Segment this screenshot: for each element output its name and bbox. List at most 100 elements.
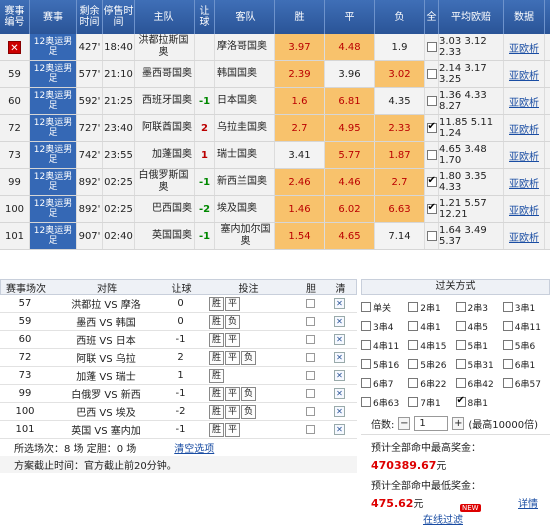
pass-option-checkbox[interactable] xyxy=(502,378,513,388)
clear-row-icon[interactable]: ✕ xyxy=(334,298,345,309)
win-odds[interactable]: 2.7 xyxy=(275,115,325,141)
pass-option[interactable]: 6串22 xyxy=(408,375,455,391)
lose-odds[interactable]: 7.14 xyxy=(375,223,425,249)
clear-row-icon[interactable]: ✕ xyxy=(334,424,345,435)
select-all-checkbox[interactable] xyxy=(426,69,437,79)
away-team[interactable]: 韩国国奥 xyxy=(215,61,275,87)
analysis-link[interactable]: 亚欧析 xyxy=(509,40,539,55)
draw-odds[interactable]: 6.81 xyxy=(325,88,375,114)
multiplier-plus-button[interactable]: + xyxy=(452,417,465,430)
banker-checkbox[interactable] xyxy=(305,389,315,398)
pass-option-checkbox[interactable] xyxy=(408,321,419,331)
online-filter-link[interactable]: 在线过滤 xyxy=(423,511,463,526)
clear-row-icon[interactable]: ✕ xyxy=(334,388,345,399)
select-all-checkbox[interactable] xyxy=(426,202,437,214)
analysis-link[interactable]: 亚欧析 xyxy=(509,229,539,244)
pass-option[interactable]: 3串4 xyxy=(361,318,408,334)
draw-odds[interactable]: 6.02 xyxy=(325,196,375,222)
pick-button[interactable]: 平 xyxy=(225,296,241,311)
home-team[interactable]: 白俄罗斯国奥 xyxy=(135,169,195,195)
select-all-checkbox[interactable] xyxy=(426,150,437,160)
draw-odds[interactable]: 4.65 xyxy=(325,223,375,249)
clear-row-icon[interactable]: ✕ xyxy=(334,316,345,327)
pass-option-checkbox[interactable] xyxy=(361,302,371,312)
pass-option-checkbox[interactable] xyxy=(408,397,419,407)
lose-odds[interactable]: 1.87 xyxy=(375,142,425,168)
banker-checkbox[interactable] xyxy=(305,407,315,416)
pass-option-checkbox[interactable] xyxy=(502,302,513,312)
pick-button[interactable]: 胜 xyxy=(209,296,225,311)
lose-odds[interactable]: 2.33 xyxy=(375,115,425,141)
banker-checkbox[interactable] xyxy=(305,353,315,362)
pass-option[interactable]: 6串63 xyxy=(361,394,408,410)
select-all-checkbox[interactable] xyxy=(426,231,437,241)
home-team[interactable]: 洪都拉斯国奥 xyxy=(135,34,195,60)
pass-option-checkbox[interactable] xyxy=(502,359,513,369)
clear-options-link[interactable]: 清空选项 xyxy=(174,440,214,455)
clear-row-icon[interactable]: ✕ xyxy=(334,370,345,381)
detail-link[interactable]: 详情 xyxy=(518,495,538,510)
pick-button[interactable]: 胜 xyxy=(209,404,225,419)
pick-button[interactable]: 平 xyxy=(225,332,241,347)
pass-option[interactable]: 4串1 xyxy=(408,318,455,334)
draw-odds[interactable]: 4.95 xyxy=(325,115,375,141)
pass-option-checkbox[interactable] xyxy=(361,340,371,350)
pick-button[interactable]: 胜 xyxy=(209,368,225,383)
home-team[interactable]: 英国国奥 xyxy=(135,223,195,249)
match-id[interactable]: ✕ xyxy=(0,34,30,60)
draw-odds[interactable]: 3.96 xyxy=(325,61,375,87)
pass-option[interactable]: 4串5 xyxy=(455,318,503,334)
win-odds[interactable]: 1.46 xyxy=(275,196,325,222)
analysis-link[interactable]: 亚欧析 xyxy=(509,94,539,109)
select-all-checkbox[interactable] xyxy=(426,121,437,133)
pass-option-checkbox[interactable] xyxy=(455,302,466,312)
pass-option-checkbox[interactable] xyxy=(361,397,371,407)
analysis-link[interactable]: 亚欧析 xyxy=(509,148,539,163)
pass-option-checkbox[interactable] xyxy=(455,359,466,369)
pass-option-checkbox[interactable] xyxy=(408,378,419,388)
pick-button[interactable]: 胜 xyxy=(209,332,225,347)
pass-option[interactable]: 5串6 xyxy=(502,337,550,353)
pass-option[interactable]: 5串1 xyxy=(455,337,503,353)
draw-odds[interactable]: 4.46 xyxy=(325,169,375,195)
pass-option[interactable]: 2串1 xyxy=(408,299,455,315)
win-odds[interactable]: 2.39 xyxy=(275,61,325,87)
win-odds[interactable]: 2.46 xyxy=(275,169,325,195)
home-team[interactable]: 墨西哥国奥 xyxy=(135,61,195,87)
pass-option-checkbox[interactable] xyxy=(502,321,513,331)
select-all-checkbox[interactable] xyxy=(426,42,437,52)
pick-button[interactable]: 负 xyxy=(225,314,241,329)
away-team[interactable]: 新西兰国奥 xyxy=(215,169,275,195)
pass-option[interactable]: 6串1 xyxy=(502,356,550,372)
pass-option[interactable]: 6串57 xyxy=(502,375,550,391)
pass-option-checkbox[interactable] xyxy=(408,302,419,312)
away-team[interactable]: 摩洛哥国奥 xyxy=(215,34,275,60)
home-team[interactable]: 加蓬国奥 xyxy=(135,142,195,168)
clear-row-icon[interactable]: ✕ xyxy=(334,352,345,363)
pick-button[interactable]: 平 xyxy=(225,350,241,365)
remove-icon[interactable]: ✕ xyxy=(8,40,21,54)
win-odds[interactable]: 3.97 xyxy=(275,34,325,60)
pick-button[interactable]: 平 xyxy=(225,386,241,401)
win-odds[interactable]: 1.54 xyxy=(275,223,325,249)
pick-button[interactable]: 胜 xyxy=(209,422,225,437)
win-odds[interactable]: 3.41 xyxy=(275,142,325,168)
pass-option[interactable]: 单关 xyxy=(361,299,408,315)
pick-button[interactable]: 胜 xyxy=(209,386,225,401)
clear-row-icon[interactable]: ✕ xyxy=(334,406,345,417)
pass-option[interactable]: 4串11 xyxy=(361,337,408,353)
home-team[interactable]: 阿联酋国奥 xyxy=(135,115,195,141)
away-team[interactable]: 乌拉圭国奥 xyxy=(215,115,275,141)
pass-option-checkbox[interactable] xyxy=(408,340,419,350)
pass-option-checkbox[interactable] xyxy=(455,340,466,350)
pass-option-checkbox[interactable] xyxy=(502,340,513,350)
draw-odds[interactable]: 4.48 xyxy=(325,34,375,60)
multiplier-input[interactable]: 1 xyxy=(414,416,449,431)
pick-button[interactable]: 胜 xyxy=(209,314,225,329)
home-team[interactable]: 巴西国奥 xyxy=(135,196,195,222)
banker-checkbox[interactable] xyxy=(305,371,315,380)
pick-button[interactable]: 胜 xyxy=(209,350,225,365)
pick-button[interactable]: 负 xyxy=(241,350,257,365)
analysis-link[interactable]: 亚欧析 xyxy=(509,175,539,190)
pass-option[interactable]: 2串3 xyxy=(455,299,503,315)
